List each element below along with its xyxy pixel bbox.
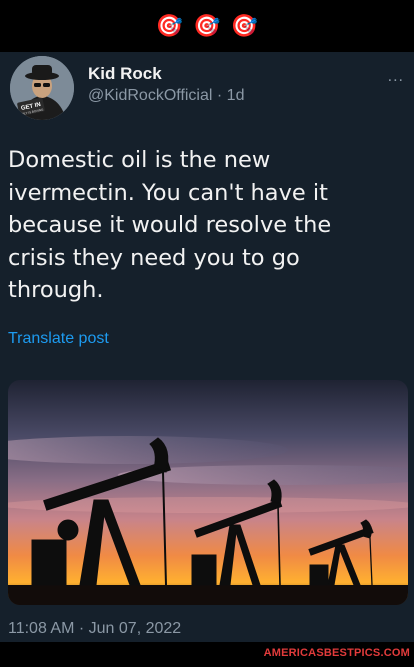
- post-date: Jun 07, 2022: [88, 620, 182, 637]
- target-emoji-1: 🎯: [155, 13, 184, 38]
- post-timestamp: 11:08 AM · Jun 07, 2022: [8, 620, 181, 638]
- post-text: Domestic oil is the new ivermectin. You …: [8, 147, 332, 303]
- timestamp-separator: ·: [78, 620, 89, 637]
- top-emoji-strip: 🎯 🎯 🎯: [0, 0, 414, 52]
- author-handle[interactable]: @KidRockOfficial: [88, 87, 212, 104]
- post-image[interactable]: [8, 380, 408, 605]
- avatar-image: GET IN BLY IS BOXING: [10, 56, 74, 120]
- watermark-text: AMERICASBESTPICS.COM: [263, 647, 410, 659]
- post-time: 11:08 AM: [8, 620, 75, 637]
- time-ago[interactable]: 1d: [227, 87, 245, 104]
- target-emoji-3: 🎯: [230, 13, 259, 38]
- more-options-button[interactable]: ...: [388, 68, 404, 86]
- target-emoji-2: 🎯: [193, 13, 221, 38]
- translate-post-link[interactable]: Translate post: [8, 330, 109, 348]
- author-name[interactable]: Kid Rock: [88, 64, 162, 84]
- author-handle-line[interactable]: @KidRockOfficial · 1d: [88, 87, 244, 105]
- avatar[interactable]: GET IN BLY IS BOXING: [10, 56, 74, 120]
- separator-dot: ·: [216, 87, 227, 104]
- oil-pumpjacks-sunset-image: [8, 380, 408, 605]
